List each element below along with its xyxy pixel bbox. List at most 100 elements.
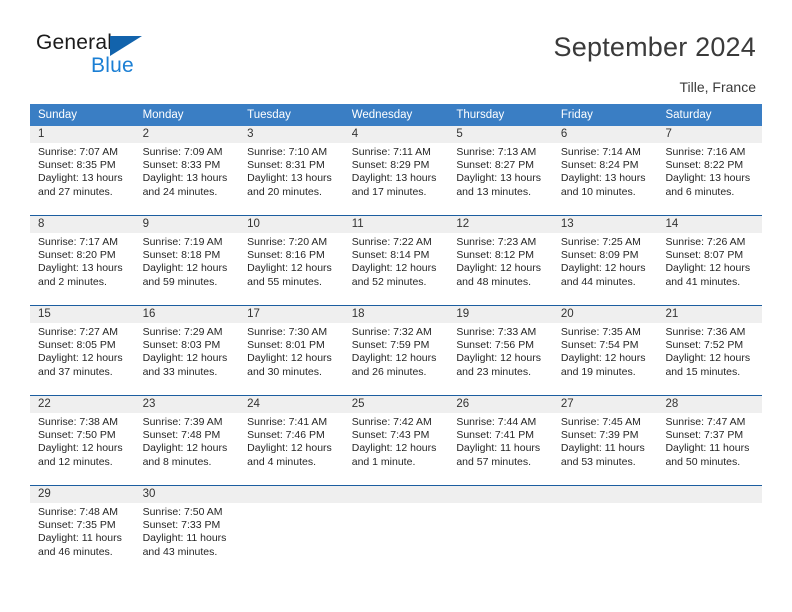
weekday-header-friday: Friday xyxy=(560,109,593,121)
sunset-text: Sunset: 7:41 PM xyxy=(456,429,534,442)
sunset-text: Sunset: 7:56 PM xyxy=(456,339,534,352)
day-number: 15 xyxy=(38,308,51,320)
day-number-band xyxy=(239,486,344,503)
calendar-day-cell[interactable]: 3 Sunrise: 7:10 AM Sunset: 8:31 PM Dayli… xyxy=(239,126,344,215)
daylight-text: Daylight: 12 hours and 48 minutes. xyxy=(456,262,541,288)
calendar-day-cell[interactable]: 25 Sunrise: 7:42 AM Sunset: 7:43 PM Dayl… xyxy=(343,396,449,485)
sunrise-text: Sunrise: 7:36 AM xyxy=(665,326,746,338)
weekday-header-row: Sunday Monday Tuesday Wednesday Thursday… xyxy=(30,104,762,126)
day-number: 23 xyxy=(142,398,156,410)
general-blue-logo[interactable]: General Blue xyxy=(36,31,216,83)
day-number: 5 xyxy=(456,128,463,140)
calendar-week-row: 1 Sunrise: 7:07 AM Sunset: 8:35 PM Dayli… xyxy=(30,126,763,215)
calendar-day-cell[interactable]: 5 Sunrise: 7:13 AM Sunset: 8:27 PM Dayli… xyxy=(448,126,553,215)
calendar-day-cell[interactable]: 21 Sunrise: 7:36 AM Sunset: 7:52 PM Dayl… xyxy=(657,306,763,395)
weekday-header-thursday: Thursday xyxy=(456,109,505,121)
calendar-day-cell[interactable]: 11 Sunrise: 7:22 AM Sunset: 8:14 PM Dayl… xyxy=(343,216,449,305)
sunset-text: Sunset: 8:35 PM xyxy=(38,159,116,172)
calendar-day-cell[interactable]: 7 Sunrise: 7:16 AM Sunset: 8:22 PM Dayli… xyxy=(657,126,763,215)
calendar-day-cell[interactable]: 19 Sunrise: 7:33 AM Sunset: 7:56 PM Dayl… xyxy=(448,306,553,395)
day-number: 22 xyxy=(38,398,51,410)
sunset-text: Sunset: 7:46 PM xyxy=(247,429,325,442)
day-number-band: 14 xyxy=(657,216,763,233)
daylight-text: Daylight: 12 hours and 55 minutes. xyxy=(247,262,332,288)
sunrise-text: Sunrise: 7:47 AM xyxy=(665,416,746,428)
day-details: Sunrise: 7:09 AM Sunset: 8:33 PM Dayligh… xyxy=(135,143,240,199)
calendar-day-cell[interactable]: 28 Sunrise: 7:47 AM Sunset: 7:37 PM Dayl… xyxy=(657,396,763,485)
calendar-day-cell[interactable]: 14 Sunrise: 7:26 AM Sunset: 8:07 PM Dayl… xyxy=(657,216,763,305)
calendar-day-cell[interactable]: 9 Sunrise: 7:19 AM Sunset: 8:18 PM Dayli… xyxy=(134,216,240,305)
calendar-day-cell[interactable]: 22 Sunrise: 7:38 AM Sunset: 7:50 PM Dayl… xyxy=(30,396,135,485)
page-title: September 2024 xyxy=(553,32,756,62)
sunrise-text: Sunrise: 7:30 AM xyxy=(247,326,328,338)
day-details: Sunrise: 7:50 AM Sunset: 7:33 PM Dayligh… xyxy=(135,503,240,559)
day-number-band: 10 xyxy=(239,216,344,233)
calendar-day-cell[interactable]: 23 Sunrise: 7:39 AM Sunset: 7:48 PM Dayl… xyxy=(134,396,240,485)
calendar-day-cell[interactable]: 13 Sunrise: 7:25 AM Sunset: 8:09 PM Dayl… xyxy=(552,216,658,305)
day-number: 16 xyxy=(142,308,156,320)
day-number-band: 29 xyxy=(30,486,135,503)
day-details: Sunrise: 7:38 AM Sunset: 7:50 PM Dayligh… xyxy=(30,413,135,469)
sunset-text: Sunset: 7:33 PM xyxy=(142,519,221,532)
calendar-day-cell[interactable]: 18 Sunrise: 7:32 AM Sunset: 7:59 PM Dayl… xyxy=(343,306,449,395)
daylight-text: Daylight: 11 hours and 57 minutes. xyxy=(456,442,541,468)
daylight-text: Daylight: 12 hours and 8 minutes. xyxy=(142,442,228,468)
sunrise-text: Sunrise: 7:10 AM xyxy=(247,146,328,158)
calendar-day-cell[interactable]: 24 Sunrise: 7:41 AM Sunset: 7:46 PM Dayl… xyxy=(239,396,344,485)
sunrise-text: Sunrise: 7:25 AM xyxy=(560,236,641,248)
day-number: 25 xyxy=(351,398,365,410)
day-number: 14 xyxy=(665,218,679,230)
day-number: 29 xyxy=(38,488,51,500)
daylight-text: Daylight: 13 hours and 10 minutes. xyxy=(560,172,646,198)
page-location: Tille, France xyxy=(679,79,756,95)
daylight-text: Daylight: 13 hours and 2 minutes. xyxy=(38,262,123,288)
day-number: 24 xyxy=(247,398,260,410)
day-details: Sunrise: 7:10 AM Sunset: 8:31 PM Dayligh… xyxy=(239,143,344,199)
day-number: 11 xyxy=(351,218,364,230)
day-details: Sunrise: 7:33 AM Sunset: 7:56 PM Dayligh… xyxy=(448,323,553,379)
sunrise-text: Sunrise: 7:41 AM xyxy=(247,416,328,428)
calendar-page: General Blue September 2024 Tille, Franc… xyxy=(0,0,792,612)
calendar-day-cell[interactable]: 2 Sunrise: 7:09 AM Sunset: 8:33 PM Dayli… xyxy=(134,126,240,215)
day-details: Sunrise: 7:30 AM Sunset: 8:01 PM Dayligh… xyxy=(239,323,344,379)
calendar-day-cell[interactable]: 20 Sunrise: 7:35 AM Sunset: 7:54 PM Dayl… xyxy=(552,306,658,395)
day-details: Sunrise: 7:17 AM Sunset: 8:20 PM Dayligh… xyxy=(30,233,135,289)
daylight-text: Daylight: 12 hours and 26 minutes. xyxy=(351,352,437,378)
daylight-text: Daylight: 12 hours and 19 minutes. xyxy=(560,352,646,378)
sunset-text: Sunset: 8:29 PM xyxy=(351,159,430,172)
sunset-text: Sunset: 8:22 PM xyxy=(665,159,744,172)
calendar-day-cell-empty xyxy=(448,486,553,574)
calendar-day-cell[interactable]: 26 Sunrise: 7:44 AM Sunset: 7:41 PM Dayl… xyxy=(448,396,553,485)
day-number-band: 25 xyxy=(343,396,449,413)
calendar-day-cell[interactable]: 16 Sunrise: 7:29 AM Sunset: 8:03 PM Dayl… xyxy=(134,306,240,395)
day-number-band: 17 xyxy=(239,306,344,323)
calendar-day-cell[interactable]: 10 Sunrise: 7:20 AM Sunset: 8:16 PM Dayl… xyxy=(239,216,344,305)
calendar-grid: Sunday Monday Tuesday Wednesday Thursday… xyxy=(30,104,763,574)
day-details: Sunrise: 7:07 AM Sunset: 8:35 PM Dayligh… xyxy=(30,143,135,199)
calendar-day-cell[interactable]: 27 Sunrise: 7:45 AM Sunset: 7:39 PM Dayl… xyxy=(552,396,658,485)
calendar-day-cell[interactable]: 12 Sunrise: 7:23 AM Sunset: 8:12 PM Dayl… xyxy=(448,216,553,305)
calendar-day-cell[interactable]: 29 Sunrise: 7:48 AM Sunset: 7:35 PM Dayl… xyxy=(30,486,135,574)
day-number-band: 24 xyxy=(239,396,344,413)
sunrise-text: Sunrise: 7:38 AM xyxy=(38,416,118,428)
day-number-band: 15 xyxy=(30,306,135,323)
sunset-text: Sunset: 8:05 PM xyxy=(38,339,116,352)
daylight-text: Daylight: 12 hours and 23 minutes. xyxy=(456,352,541,378)
sunset-text: Sunset: 8:33 PM xyxy=(142,159,221,172)
day-number: 20 xyxy=(560,308,574,320)
day-number-band: 22 xyxy=(30,396,135,413)
calendar-day-cell[interactable]: 4 Sunrise: 7:11 AM Sunset: 8:29 PM Dayli… xyxy=(343,126,449,215)
day-number-band xyxy=(343,486,449,503)
calendar-day-cell[interactable]: 8 Sunrise: 7:17 AM Sunset: 8:20 PM Dayli… xyxy=(30,216,135,305)
sunset-text: Sunset: 7:43 PM xyxy=(351,429,430,442)
day-number-band: 2 xyxy=(134,126,240,143)
calendar-day-cell[interactable]: 6 Sunrise: 7:14 AM Sunset: 8:24 PM Dayli… xyxy=(552,126,658,215)
calendar-day-cell[interactable]: 30 Sunrise: 7:50 AM Sunset: 7:33 PM Dayl… xyxy=(134,486,240,574)
weekday-header-monday: Monday xyxy=(142,109,184,121)
calendar-day-cell[interactable]: 15 Sunrise: 7:27 AM Sunset: 8:05 PM Dayl… xyxy=(30,306,135,395)
calendar-day-cell[interactable]: 17 Sunrise: 7:30 AM Sunset: 8:01 PM Dayl… xyxy=(239,306,344,395)
sunset-text: Sunset: 7:37 PM xyxy=(665,429,744,442)
calendar-day-cell[interactable]: 1 Sunrise: 7:07 AM Sunset: 8:35 PM Dayli… xyxy=(30,126,135,215)
day-number-band: 20 xyxy=(552,306,658,323)
sunset-text: Sunset: 7:48 PM xyxy=(142,429,221,442)
